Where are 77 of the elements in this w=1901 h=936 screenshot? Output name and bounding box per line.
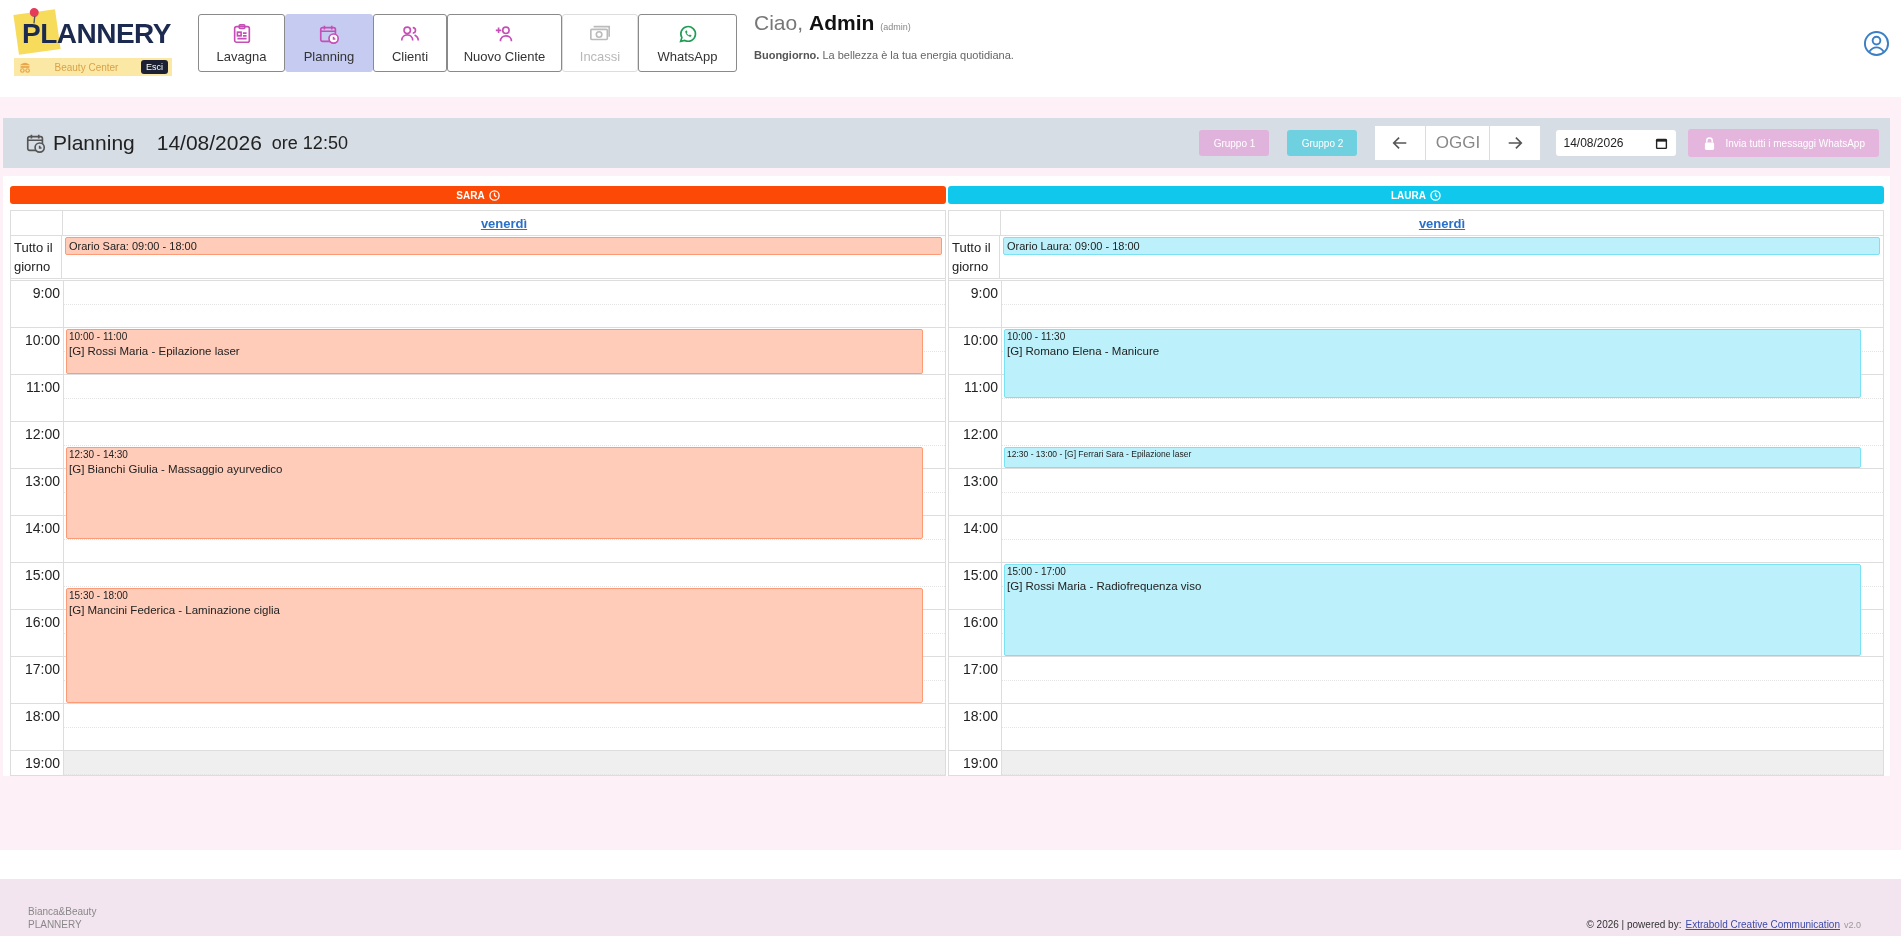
- event-time: 10:00 - 11:00: [69, 331, 129, 342]
- hour-label: 18:00: [961, 707, 999, 724]
- shop-icon: [18, 60, 32, 74]
- all-day-label: Tutto il giorno: [11, 236, 62, 278]
- user-account-icon[interactable]: [1863, 30, 1890, 57]
- calendar-clock-icon: [25, 132, 47, 154]
- hour-label: 14:00: [23, 519, 61, 536]
- copyright-text: © 2026 | powered by:: [1586, 919, 1682, 930]
- event-time: 15:00 - 17:00: [1007, 566, 1067, 577]
- user-role: (admin): [880, 22, 911, 32]
- event-title: [G] Rossi Maria - Epilazione laser: [69, 345, 241, 357]
- hour-label: 16:00: [23, 613, 61, 630]
- logout-button[interactable]: Esci: [141, 60, 168, 74]
- hour-label: 12:00: [23, 425, 61, 442]
- nav-button[interactable]: Nuovo Cliente: [447, 14, 562, 72]
- greeting-text: Ciao,: [754, 11, 804, 35]
- hour-label: 10:00: [961, 331, 999, 348]
- event-time: 15:30 - 18:00: [69, 589, 129, 601]
- day-link[interactable]: venerdì: [480, 215, 528, 231]
- appointment-event[interactable]: 10:00 - 11:00 [G] Rossi Maria - Epilazione laser: [66, 329, 923, 374]
- hour-label: 13:00: [961, 472, 999, 489]
- event-time: 10:00 - 11:30: [1007, 331, 1067, 342]
- hour-label: 19:00: [23, 754, 61, 771]
- hour-label: 9:00: [969, 284, 999, 301]
- current-date: 14/08/2026: [156, 131, 262, 155]
- nav-button[interactable]: Lavagna: [198, 14, 285, 72]
- event-title: [G] Mancini Federica - Laminazione ciglia: [69, 603, 281, 616]
- hour-label: 14:00: [961, 519, 999, 536]
- nav-button[interactable]: Planning: [285, 14, 373, 72]
- footer-app-name: PLANNERY: [28, 919, 83, 930]
- hour-label: 15:00: [961, 566, 999, 583]
- hour-label: 11:00: [963, 378, 999, 395]
- appointment-event[interactable]: 10:00 - 11:30 [G] Romano Elena - Manicure: [1004, 329, 1861, 398]
- version-text: v2.0: [1844, 920, 1861, 930]
- hour-label: 18:00: [23, 707, 61, 724]
- arrow-right-icon: [1506, 134, 1525, 152]
- appointment-event[interactable]: 12:30 - 13:00 - [G] Ferrari Sara - Epilazione laser: [1004, 446, 1861, 468]
- appointment-event[interactable]: 12:30 - 14:30 [G] Bianchi Giulia - Massaggio ayurvedico: [66, 446, 923, 539]
- event-title: [G] Romano Elena - Manicure: [1007, 345, 1161, 357]
- hour-label: 12:00: [961, 425, 999, 442]
- all-day-label: Tutto il giorno: [949, 236, 1000, 278]
- user-name: Admin: [809, 11, 875, 35]
- all-day-event[interactable]: Orario Sara: 09:00 - 18:00: [65, 237, 942, 255]
- greeting-message: Buongiorno. La bellezza è la tua energia quotidiana.: [754, 49, 1014, 61]
- day-link[interactable]: venerdì: [1418, 215, 1466, 231]
- next-button[interactable]: [1490, 126, 1541, 160]
- clock-icon: [1430, 189, 1441, 201]
- appointment-event[interactable]: 15:30 - 18:00 [G] Mancini Federica - Laminazione ciglia: [66, 587, 923, 703]
- hour-label: 16:00: [961, 613, 999, 630]
- hour-label: 13:00: [23, 472, 61, 489]
- previous-button[interactable]: [1375, 126, 1426, 160]
- event-time: 12:30 - 14:30: [69, 448, 129, 460]
- page-title: Planning: [53, 131, 135, 155]
- event-title: [G] Bianchi Giulia - Massaggio ayurvedico: [69, 462, 284, 475]
- hour-label: 17:00: [961, 660, 999, 677]
- calendar-icon: [1655, 136, 1669, 150]
- hour-label: 17:00: [23, 660, 61, 677]
- nav-button[interactable]: WhatsApp: [638, 14, 737, 72]
- nav-button[interactable]: Clienti: [373, 14, 447, 72]
- hour-label: 11:00: [25, 378, 61, 395]
- hour-label: 10:00: [23, 331, 61, 348]
- event-title: [G] Rossi Maria - Radiofrequenza viso: [1007, 580, 1203, 592]
- lock-icon: [1704, 136, 1716, 150]
- current-time: ore 12:50: [271, 132, 348, 154]
- footer-brand: Bianca&Beauty: [28, 906, 97, 917]
- clock-icon: [488, 189, 500, 201]
- event-title: - [G] Ferrari Sara - Epilazione laser: [1059, 448, 1192, 459]
- date-field[interactable]: 14/08/2026: [1556, 130, 1677, 156]
- all-day-event[interactable]: Orario Laura: 09:00 - 18:00: [1003, 237, 1880, 255]
- center-name: Beauty Center: [53, 61, 120, 73]
- event-time: 12:30 - 13:00: [1007, 448, 1058, 459]
- hour-label: 19:00: [961, 754, 999, 771]
- today-button[interactable]: OGGI: [1426, 126, 1490, 160]
- hour-label: 9:00: [31, 284, 61, 301]
- appointment-event[interactable]: 15:00 - 17:00 [G] Rossi Maria - Radiofrequenza viso: [1004, 564, 1861, 656]
- powered-by-link[interactable]: Extrabold Creative Communication: [1685, 919, 1840, 930]
- hour-label: 15:00: [23, 566, 61, 583]
